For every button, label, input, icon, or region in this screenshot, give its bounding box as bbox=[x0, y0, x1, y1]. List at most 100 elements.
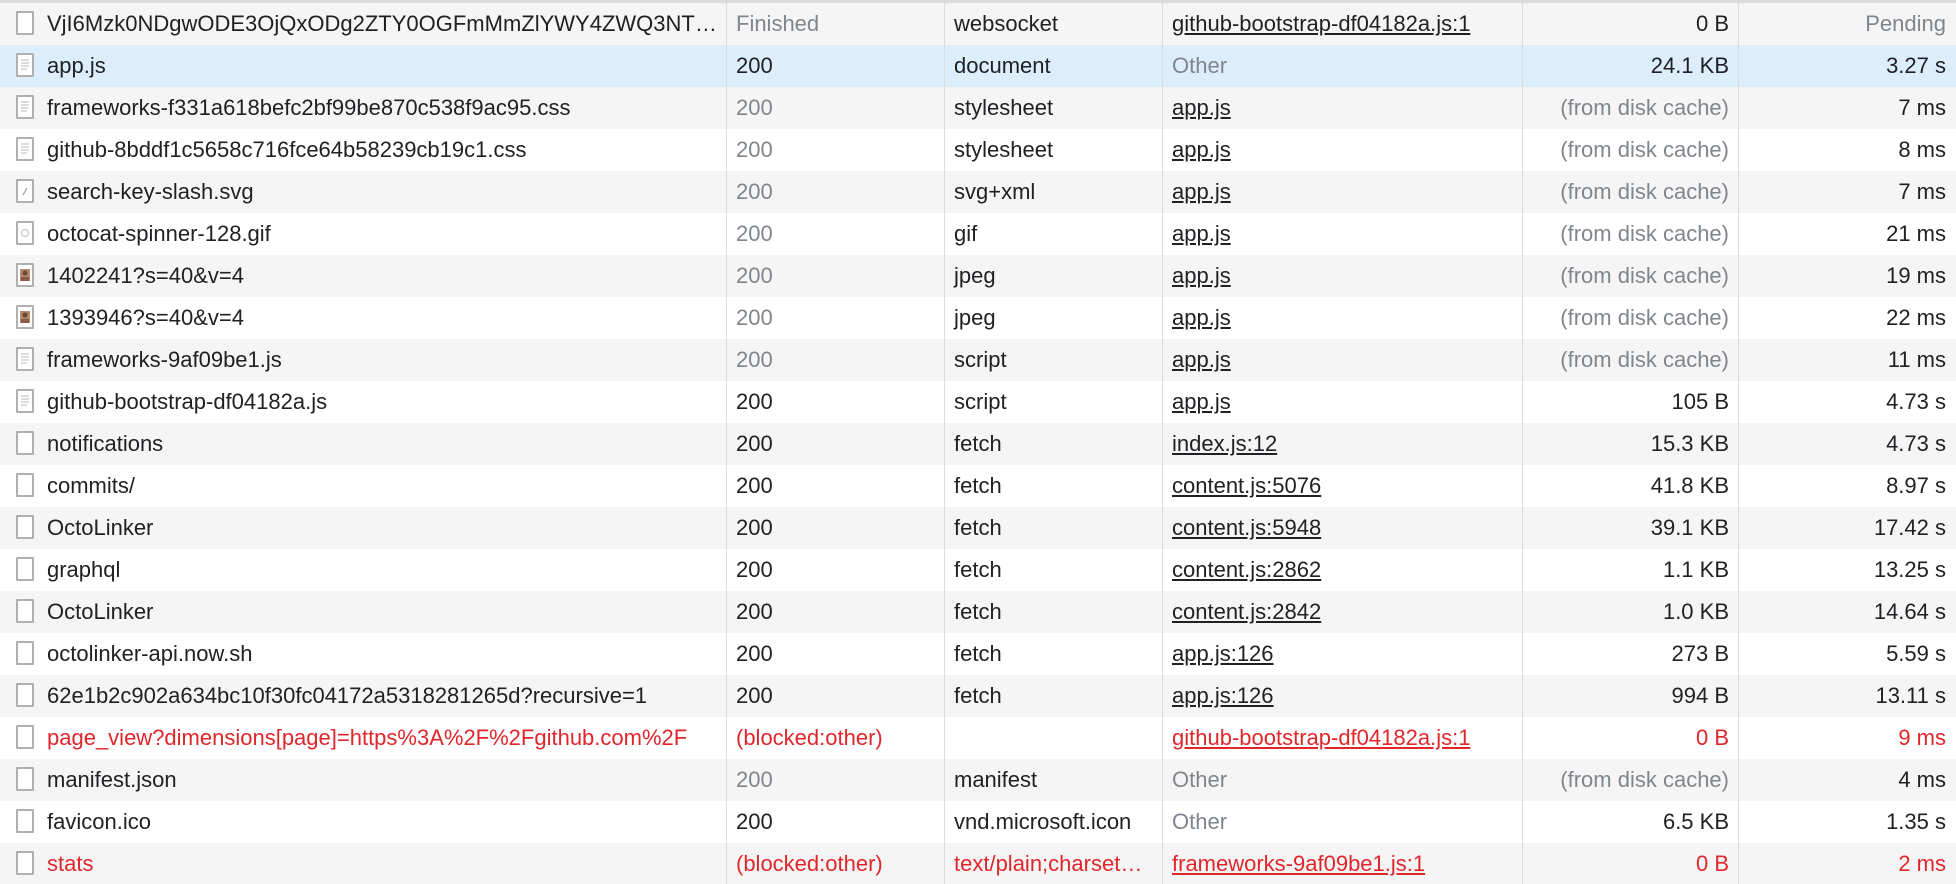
initiator-link[interactable]: index.js:12 bbox=[1172, 431, 1277, 456]
request-row[interactable]: manifest.json 200 manifest Other (from disk … bbox=[0, 759, 1956, 801]
request-name-cell[interactable]: OctoLinker bbox=[0, 507, 727, 549]
request-name-cell[interactable]: manifest.json bbox=[0, 759, 727, 801]
request-row[interactable]: octocat-spinner-128.gif 200 gif app.js (from… bbox=[0, 213, 1956, 255]
avatar-image-icon bbox=[16, 263, 34, 287]
request-name-cell[interactable]: frameworks-9af09be1.js bbox=[0, 339, 727, 381]
initiator-link[interactable]: app.js bbox=[1172, 389, 1231, 414]
request-name-cell[interactable]: notifications bbox=[0, 423, 727, 465]
request-name-cell[interactable]: VjI6Mzk0NDgwODE3OjQxODg2ZTY0OGFmMmZlYWY4… bbox=[0, 3, 727, 45]
script-icon bbox=[16, 347, 34, 371]
request-time: 4.73 s bbox=[1886, 431, 1946, 456]
initiator-link[interactable]: content.js:5076 bbox=[1172, 473, 1321, 498]
initiator-link[interactable]: content.js:2862 bbox=[1172, 557, 1321, 582]
initiator-text: Other bbox=[1172, 53, 1228, 78]
request-name-cell[interactable]: commits/ bbox=[0, 465, 727, 507]
document-icon bbox=[16, 599, 34, 623]
request-status: 200 bbox=[727, 87, 945, 129]
request-row[interactable]: OctoLinker 200 fetch content.js:2842 1.0 KB 1… bbox=[0, 591, 1956, 633]
request-initiator-cell: index.js:12 bbox=[1163, 423, 1523, 465]
request-row[interactable]: favicon.ico 200 vnd.microsoft.icon Other 6.5… bbox=[0, 801, 1956, 843]
request-time: 9 ms bbox=[1898, 725, 1946, 750]
request-name-cell[interactable]: github-8bddf1c5658c716fce64b58239cb19c1.… bbox=[0, 129, 727, 171]
request-row[interactable]: stats (blocked:other) text/plain;charset=U… bbox=[0, 843, 1956, 884]
request-initiator-cell: app.js bbox=[1163, 255, 1523, 297]
request-size: 0 B bbox=[1523, 843, 1739, 884]
request-name-cell[interactable]: app.js bbox=[0, 45, 727, 87]
request-name: frameworks-9af09be1.js bbox=[47, 347, 282, 372]
request-row[interactable]: frameworks-f331a618befc2bf99be870c538f9a… bbox=[0, 87, 1956, 129]
request-type: fetch bbox=[945, 633, 1163, 675]
request-size: 41.8 KB bbox=[1523, 465, 1739, 507]
initiator-link[interactable]: content.js:5948 bbox=[1172, 515, 1321, 540]
request-row[interactable]: frameworks-9af09be1.js 200 script app.js (fr… bbox=[0, 339, 1956, 381]
initiator-link[interactable]: frameworks-9af09be1.js:1 bbox=[1172, 851, 1425, 876]
initiator-text: Other bbox=[1172, 809, 1228, 834]
request-name-cell[interactable]: octocat-spinner-128.gif bbox=[0, 213, 727, 255]
request-row[interactable]: graphql 200 fetch content.js:2862 1.1 KB 13.2… bbox=[0, 549, 1956, 591]
request-name-cell[interactable]: graphql bbox=[0, 549, 727, 591]
request-row[interactable]: 1393946?s=40&v=4 200 jpeg app.js (from disk … bbox=[0, 297, 1956, 339]
initiator-link[interactable]: app.js bbox=[1172, 263, 1231, 288]
stylesheet-icon bbox=[16, 95, 34, 119]
initiator-link[interactable]: app.js bbox=[1172, 95, 1231, 120]
request-row[interactable]: OctoLinker 200 fetch content.js:5948 39.1 KB… bbox=[0, 507, 1956, 549]
request-initiator-cell: content.js:5076 bbox=[1163, 465, 1523, 507]
request-name-cell[interactable]: octolinker-api.now.sh bbox=[0, 633, 727, 675]
request-name-cell[interactable]: 62e1b2c902a634bc10f30fc04172a5318281265d… bbox=[0, 675, 727, 717]
request-row[interactable]: 1402241?s=40&v=4 200 jpeg app.js (from disk … bbox=[0, 255, 1956, 297]
request-time: 13.25 s bbox=[1873, 557, 1946, 582]
request-type: jpeg bbox=[945, 297, 1163, 339]
request-name: notifications bbox=[47, 431, 164, 456]
request-type: gif bbox=[945, 213, 1163, 255]
request-name-cell[interactable]: page_view?dimensions[page]=https%3A%2F%2… bbox=[0, 717, 727, 759]
request-name-cell[interactable]: 1402241?s=40&v=4 bbox=[0, 255, 727, 297]
request-name-cell[interactable]: stats bbox=[0, 843, 727, 884]
request-status: Finished bbox=[727, 3, 945, 45]
request-status: 200 bbox=[727, 297, 945, 339]
initiator-link[interactable]: app.js bbox=[1172, 221, 1231, 246]
request-status: 200 bbox=[727, 759, 945, 801]
request-name-cell[interactable]: OctoLinker bbox=[0, 591, 727, 633]
request-size: (from disk cache) bbox=[1523, 87, 1739, 129]
request-initiator-cell: Other bbox=[1163, 759, 1523, 801]
request-row[interactable]: search-key-slash.svg 200 svg+xml app.js (fro… bbox=[0, 171, 1956, 213]
initiator-link[interactable]: app.js bbox=[1172, 347, 1231, 372]
document-icon bbox=[16, 851, 34, 875]
request-row[interactable]: VjI6Mzk0NDgwODE3OjQxODg2ZTY0OGFmMmZlYWY4… bbox=[0, 3, 1956, 45]
initiator-link[interactable]: app.js bbox=[1172, 137, 1231, 162]
request-row[interactable]: github-bootstrap-df04182a.js 200 script app… bbox=[0, 381, 1956, 423]
request-name: manifest.json bbox=[47, 767, 177, 792]
initiator-link[interactable]: app.js bbox=[1172, 305, 1231, 330]
initiator-link[interactable]: app.js bbox=[1172, 179, 1231, 204]
initiator-link[interactable]: app.js:126 bbox=[1172, 641, 1274, 666]
request-time: 3.27 s bbox=[1886, 53, 1946, 78]
initiator-link[interactable]: github-bootstrap-df04182a.js:1 bbox=[1172, 725, 1470, 750]
request-row[interactable]: notifications 200 fetch index.js:12 15.3 KB 4… bbox=[0, 423, 1956, 465]
request-name: 1402241?s=40&v=4 bbox=[47, 263, 244, 288]
request-name-cell[interactable]: favicon.ico bbox=[0, 801, 727, 843]
initiator-link[interactable]: github-bootstrap-df04182a.js:1 bbox=[1172, 11, 1470, 36]
request-name-cell[interactable]: 1393946?s=40&v=4 bbox=[0, 297, 727, 339]
svg-image-icon bbox=[16, 179, 34, 203]
request-row[interactable]: octolinker-api.now.sh 200 fetch app.js:126 2… bbox=[0, 633, 1956, 675]
document-icon bbox=[16, 725, 34, 749]
request-type: jpeg bbox=[945, 255, 1163, 297]
request-row[interactable]: commits/200 fetch content.js:5076 41.8 KB 8.… bbox=[0, 465, 1956, 507]
initiator-link[interactable]: content.js:2842 bbox=[1172, 599, 1321, 624]
request-row[interactable]: 62e1b2c902a634bc10f30fc04172a5318281265d… bbox=[0, 675, 1956, 717]
document-icon bbox=[16, 767, 34, 791]
request-name-cell[interactable]: search-key-slash.svg bbox=[0, 171, 727, 213]
request-name-cell[interactable]: github-bootstrap-df04182a.js bbox=[0, 381, 727, 423]
request-row[interactable]: github-8bddf1c5658c716fce64b58239cb19c1.… bbox=[0, 129, 1956, 171]
request-initiator-cell: app.js bbox=[1163, 381, 1523, 423]
request-name: 62e1b2c902a634bc10f30fc04172a5318281265d… bbox=[47, 683, 648, 708]
request-size: 24.1 KB bbox=[1523, 45, 1739, 87]
request-row[interactable]: app.js 200 document Other 24.1 KB 3.27 s bbox=[0, 45, 1956, 87]
request-size: (from disk cache) bbox=[1523, 297, 1739, 339]
request-name-cell[interactable]: frameworks-f331a618befc2bf99be870c538f9a… bbox=[0, 87, 727, 129]
request-initiator-cell: Other bbox=[1163, 45, 1523, 87]
request-row[interactable]: page_view?dimensions[page]=https%3A%2F%2… bbox=[0, 717, 1956, 759]
initiator-link[interactable]: app.js:126 bbox=[1172, 683, 1274, 708]
request-name: VjI6Mzk0NDgwODE3OjQxODg2ZTY0OGFmMmZlYWY4… bbox=[47, 11, 725, 36]
request-type: document bbox=[945, 45, 1163, 87]
